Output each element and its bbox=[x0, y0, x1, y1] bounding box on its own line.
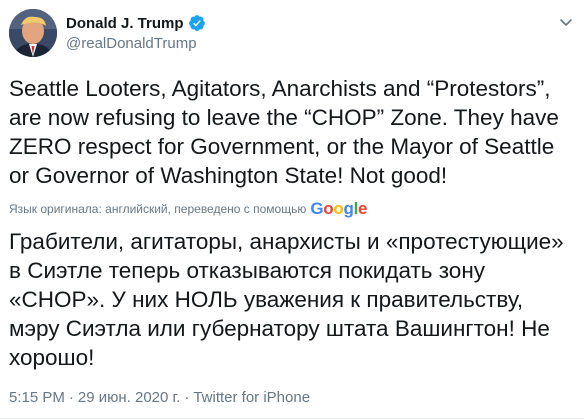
author-handle[interactable]: @realDonaldTrump bbox=[66, 35, 197, 52]
translation-label: Язык оригинала: английский, переведено с… bbox=[9, 202, 307, 216]
tweet-source[interactable]: Twitter for iPhone bbox=[193, 389, 310, 406]
tweet-time[interactable]: 5:15 PM bbox=[9, 389, 65, 406]
verified-badge-icon bbox=[188, 14, 206, 32]
google-logo: Google bbox=[310, 199, 368, 218]
author-name-row[interactable]: Donald J. Trump bbox=[66, 13, 206, 33]
author-name[interactable]: Donald J. Trump bbox=[66, 15, 184, 32]
meta-separator: · bbox=[68, 389, 74, 406]
divider bbox=[0, 418, 584, 419]
meta-separator: · bbox=[184, 389, 190, 406]
tweet-text: Seattle Looters, Agitators, Anarchists a… bbox=[9, 76, 559, 188]
avatar[interactable] bbox=[9, 9, 57, 57]
translation-attribution: Язык оригинала: английский, переведено с… bbox=[9, 198, 367, 220]
tweet-meta: 5:15 PM · 29 июн. 2020 г. · Twitter for … bbox=[9, 389, 310, 406]
chevron-down-icon[interactable] bbox=[558, 14, 574, 30]
translated-tweet-text: Грабители, агитаторы, анархисты и «проте… bbox=[9, 229, 564, 370]
tweet-date[interactable]: 29 июн. 2020 г. bbox=[78, 389, 180, 406]
